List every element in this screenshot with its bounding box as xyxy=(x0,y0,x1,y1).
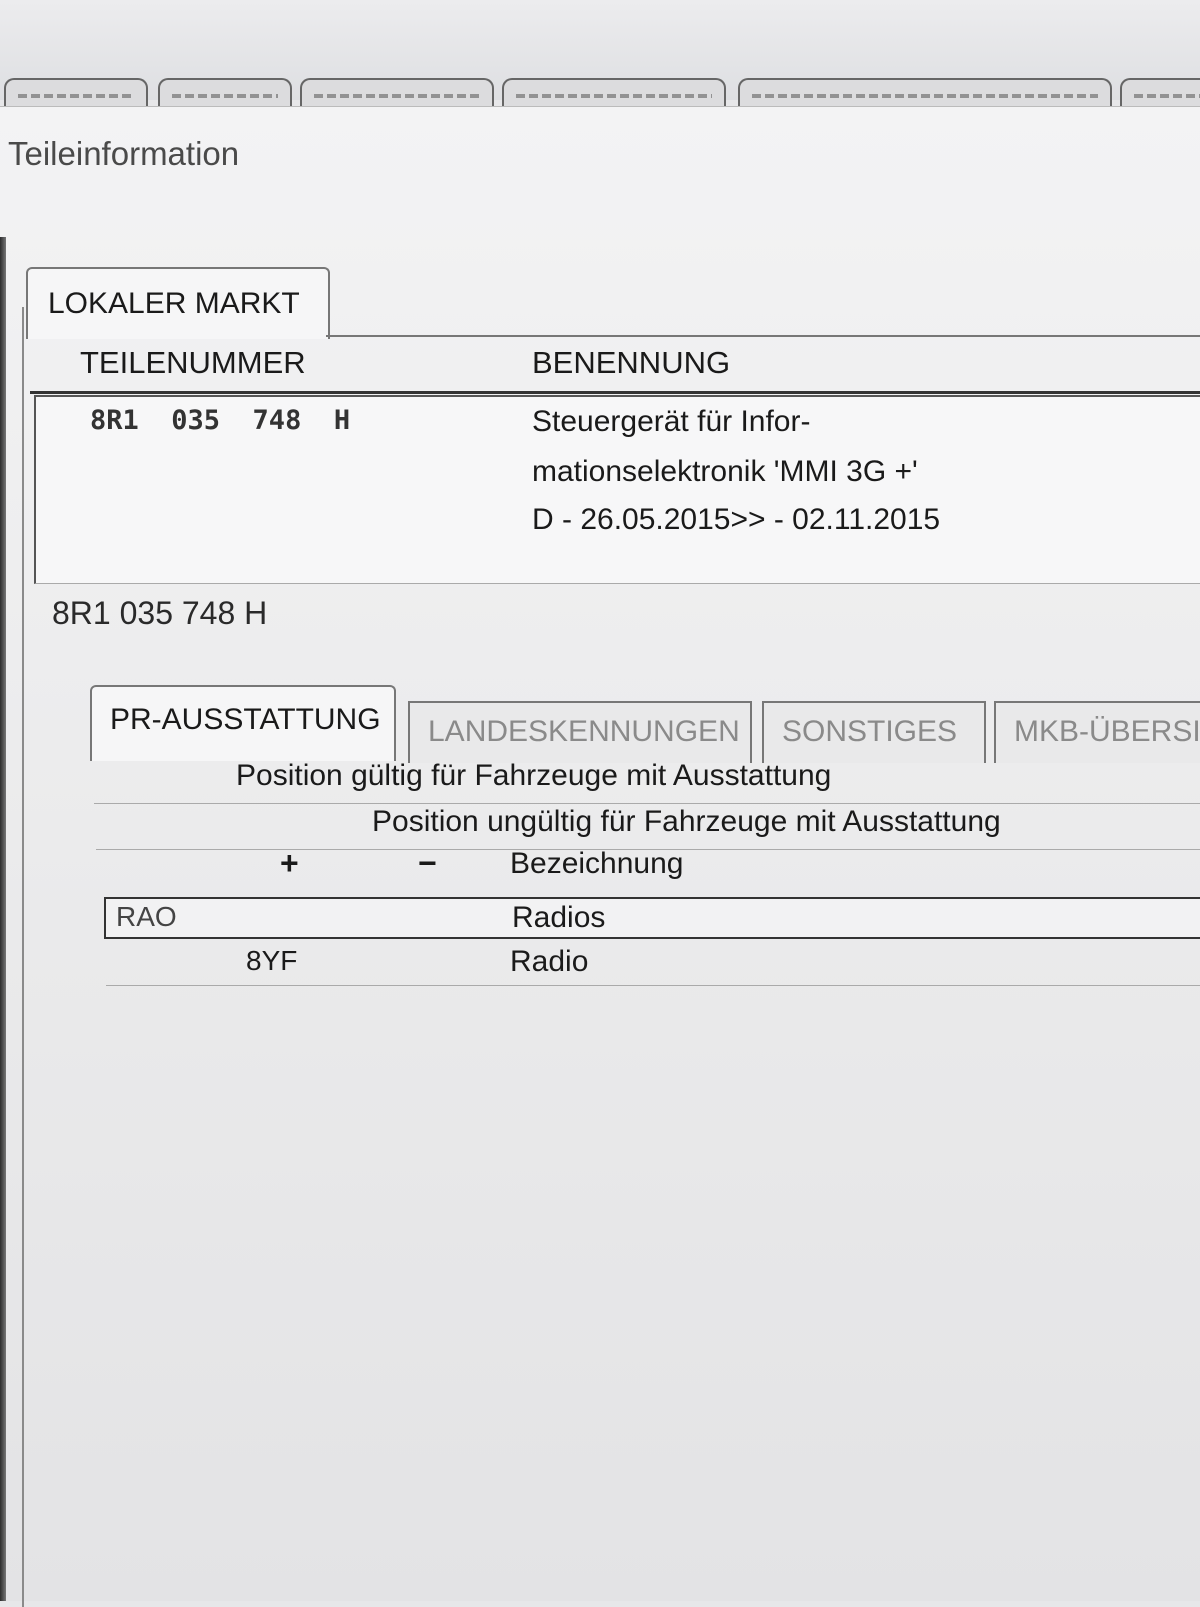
row-designation-line-1: Steuergerät für Infor- xyxy=(532,405,811,438)
pr-group-code: RAO xyxy=(116,901,177,932)
tab-lokaler-markt[interactable]: LOKALER MARKT xyxy=(26,267,330,339)
selected-part-number: 8R1 035 748 H xyxy=(52,595,268,631)
header-part-number[interactable]: TEILENUMMER xyxy=(80,345,306,381)
window-left-edge xyxy=(0,237,6,1601)
pr-item-plus-code[interactable]: 8YF xyxy=(246,945,297,977)
column-designation: Bezeichnung xyxy=(510,847,684,880)
parts-table-header: TEILENUMMER BENENNUNG xyxy=(30,339,1200,394)
tab-lokaler-markt-label: LOKALER MARKT xyxy=(48,287,300,320)
tab-pr-ausstattung-label: PR-AUSSTATTUNG xyxy=(110,703,381,736)
pr-group-name: Radios xyxy=(512,901,606,934)
pr-group-row[interactable]: RAO Radios xyxy=(104,897,1200,939)
pr-item-divider xyxy=(106,985,1200,986)
top-tab-3-label xyxy=(314,94,480,98)
tab-strip-line xyxy=(326,335,1200,337)
tab-landeskennungen-label: LANDESKENNUNGEN xyxy=(428,715,740,748)
top-tab-5-label xyxy=(752,94,1098,98)
legend-invalid: Position ungültig für Fahrzeuge mit Auss… xyxy=(372,805,1001,838)
top-tab-4-label xyxy=(516,94,712,98)
top-tab-1-label xyxy=(18,94,134,98)
row-part-number: 8R1 035 748 H xyxy=(90,405,351,436)
window-title: Teileinformation xyxy=(8,135,240,172)
column-plus: + xyxy=(280,845,299,881)
top-tab-2-label xyxy=(172,94,278,98)
row-designation-line-2: mationselektronik 'MMI 3G +' xyxy=(532,455,918,488)
tab-sonstiges-label: SONSTIGES xyxy=(782,715,958,748)
tab-landeskennungen[interactable]: LANDESKENNUNGEN xyxy=(408,701,752,763)
tab-mkb-uebersicht-label: MKB-ÜBERSICHT xyxy=(1014,715,1200,748)
tab-pr-ausstattung[interactable]: PR-AUSSTATTUNG xyxy=(90,685,396,761)
legend-divider-1 xyxy=(94,803,1200,804)
part-info-window: Teileinformation LOKALER MARKT TEILENUMM… xyxy=(0,106,1200,1607)
column-minus: − xyxy=(418,845,437,881)
top-tab-6-label xyxy=(1134,94,1200,98)
parts-table-row[interactable]: 8R1 035 748 H Steuergerät für Infor- mat… xyxy=(34,395,1200,584)
tab-sonstiges[interactable]: SONSTIGES xyxy=(762,701,986,763)
tab-mkb-uebersicht[interactable]: MKB-ÜBERSICHT xyxy=(994,701,1200,763)
header-designation[interactable]: BENENNUNG xyxy=(532,345,730,381)
row-designation-line-3: D - 26.05.2015>> - 02.11.2015 xyxy=(532,503,941,536)
pr-item-name[interactable]: Radio xyxy=(510,945,588,979)
legend-valid: Position gültig für Fahrzeuge mit Aussta… xyxy=(236,759,832,792)
